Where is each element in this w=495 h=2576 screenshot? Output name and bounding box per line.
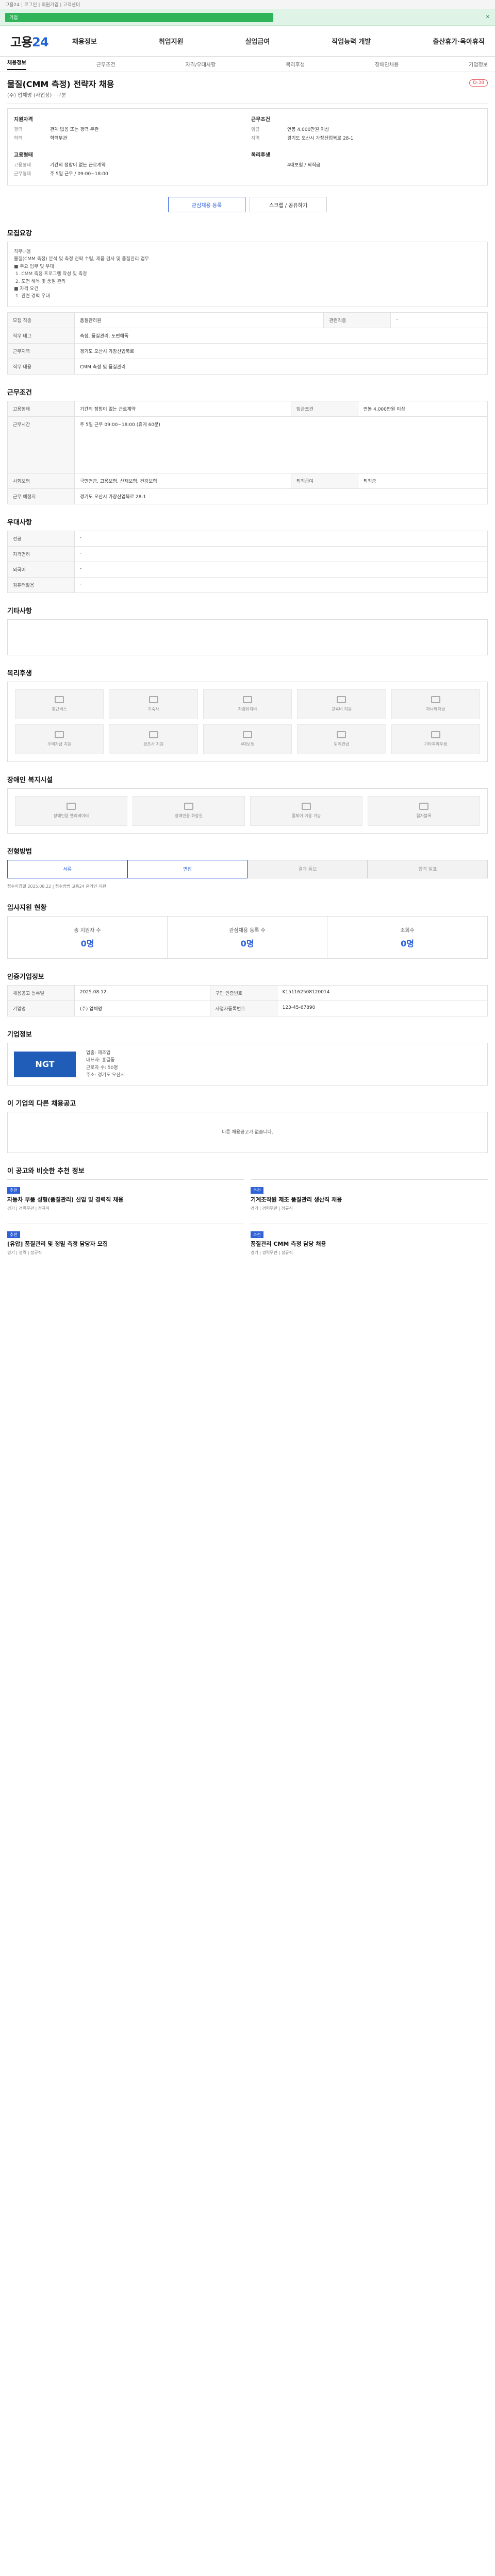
meta-table: 채용공고 등록일 2025.08.12 구인 인증번호 K15116250812001… xyxy=(7,985,488,1016)
global-nav: 고용24 채용정보 취업지원 실업급여 직업능력 개발 출산휴가·육아휴직 xyxy=(0,26,495,57)
section-title: 이 기업의 다른 채용공고 xyxy=(7,1100,76,1108)
welfare-item: 주택자금 지원 xyxy=(15,724,104,754)
step-item: 합격 발표 xyxy=(368,859,488,878)
notice-text[interactable]: 기업 xyxy=(5,12,273,22)
disabled-item: 휠체어 이용 가능 xyxy=(250,795,362,826)
welfare-item: 기타복리후생 xyxy=(391,724,480,754)
step-item: 결과 통보 xyxy=(248,859,368,878)
section-title: 근무조건 xyxy=(7,388,32,397)
disabled-item: 장애인용 엘리베이터 xyxy=(15,795,127,826)
nav-item[interactable]: 직업능력 개발 xyxy=(332,36,371,46)
section-title: 이 공고와 비슷한 추천 정보 xyxy=(7,1167,85,1176)
nav-item[interactable]: 실업급여 xyxy=(245,36,270,46)
stats-box: 총 지원자 수 0명 관심채용 등록 수 0명 조회수 0명 xyxy=(7,916,488,959)
recommend-card[interactable]: 추천 자동차 부품 성형(품질관리) 신입 및 경력직 채용 경기 | 경력무관 |… xyxy=(7,1179,244,1217)
step-item: 서류 xyxy=(7,859,127,878)
welfare-item: 교육비 지원 xyxy=(297,689,386,719)
section-title: 입사지원 현황 xyxy=(7,904,47,912)
nav-item[interactable]: 채용정보 xyxy=(72,36,97,46)
welfare-item: 4대보험 xyxy=(203,724,292,754)
nav-item[interactable]: 취업지원 xyxy=(159,36,184,46)
notice-banner: 기업 ✕ xyxy=(0,9,495,26)
tab-condition[interactable]: 근무조건 xyxy=(96,60,116,68)
welfare-item: 경조사 지원 xyxy=(109,724,198,754)
tab-prefer[interactable]: 자격/우대사항 xyxy=(186,60,216,68)
welfare-item: 차량유지비 xyxy=(203,689,292,719)
section-title: 우대사항 xyxy=(7,518,32,527)
tab-welfare[interactable]: 복리후생 xyxy=(286,60,305,68)
job-title-box: 물질(CMM 측정) 전략자 채용 (주) 업체명 (사업장) · 구분 D-3… xyxy=(7,72,488,104)
disabled-grid: 장애인용 엘리베이터 장애인용 화장실 휠체어 이용 가능 점자블록 xyxy=(7,788,488,834)
save-job-button[interactable]: 관심채용 등록 xyxy=(168,197,245,212)
recommend-card[interactable]: 추천 [유압] 품질관리 및 정밀 측정 담당자 모집 경기 | 경력 | 정규직 xyxy=(7,1224,244,1262)
util-links[interactable]: 고용24 | 로그인 | 회원가입 | 고객센터 xyxy=(5,1,80,8)
welfare-item: 기숙사 xyxy=(109,689,198,719)
logo[interactable]: 고용24 xyxy=(10,32,72,50)
section-title: 인증기업정보 xyxy=(7,973,44,981)
recommend-card[interactable]: 추천 기계조작원 제조 품질관리 생산직 채용 경기 | 경력무관 | 정규직 xyxy=(251,1179,488,1217)
section-title: 복리후생 xyxy=(7,669,32,677)
tab-disabled[interactable]: 장애인채용 xyxy=(375,60,399,68)
summary-box: 지원자격 경력 관계 없음 또는 경력 무관 학력 학력무관 근무조건 임금 연봉 4… xyxy=(7,108,488,185)
welfare-grid: 통근버스 기숙사 차량유지비 교육비 지원 자녀학자금 주택자금 지원 경조사 … xyxy=(7,681,488,762)
tab-company[interactable]: 기업정보 xyxy=(469,60,488,68)
section-tabs: 채용정보 근무조건 자격/우대사항 복리후생 장애인채용 기업정보 xyxy=(0,57,495,72)
section-title: 기업정보 xyxy=(7,1030,32,1039)
recruit-text: 직무내용 물질(CMM 측정) 분석 및 측정 전략 수립, 제품 검사 및 품… xyxy=(7,242,488,307)
company-name: (주) 업체명 (사업장) · 구분 xyxy=(7,93,67,98)
share-button[interactable]: 스크랩 / 공유하기 xyxy=(250,197,327,212)
section-title: 장애인 복지시설 xyxy=(7,776,53,784)
condition-table: 고용형태 기간의 정함이 없는 근로계약 임금조건 연봉 4,000만원 이상 근무시… xyxy=(7,400,488,504)
tab-recruit[interactable]: 채용정보 xyxy=(7,58,26,70)
process-note: 접수마감일 2025.08.22 | 접수방법 고용24 온라인 지원 xyxy=(7,884,106,889)
process-steps: 서류 면접 결과 통보 합격 발표 xyxy=(7,859,488,878)
section-title: 기타사항 xyxy=(7,607,32,615)
job-title: 물질(CMM 측정) 전략자 채용 xyxy=(7,79,114,89)
welfare-item: 통근버스 xyxy=(15,689,104,719)
section-title: 모집요강 xyxy=(7,230,32,238)
other-empty: 다른 채용공고가 없습니다. xyxy=(7,1112,488,1154)
section-title: 전형방법 xyxy=(7,848,32,856)
welfare-item: 퇴직연금 xyxy=(297,724,386,754)
welfare-item: 자녀학자금 xyxy=(391,689,480,719)
close-icon[interactable]: ✕ xyxy=(486,14,490,20)
prefer-table: 전공 - 자격면허 - 외국어 - 컴퓨터활용 - xyxy=(7,530,488,593)
util-bar: 고용24 | 로그인 | 회원가입 | 고객센터 xyxy=(0,0,495,9)
disabled-item: 점자블록 xyxy=(368,795,480,826)
company-logo: NGT xyxy=(14,1051,76,1077)
step-item: 면접 xyxy=(127,859,248,878)
recommend-card[interactable]: 추천 품질관리 CMM 측정 담당 채용 경기 | 경력무관 | 정규직 xyxy=(251,1224,488,1262)
etc-panel xyxy=(7,619,488,655)
recommend-cards: 추천 자동차 부품 성형(품질관리) 신입 및 경력직 채용 경기 | 경력무관 |… xyxy=(7,1179,488,1262)
nav-item[interactable]: 출산휴가·육아휴직 xyxy=(433,36,485,46)
company-panel: NGT 업종: 제조업 대표자: 홍길동 근로자 수: 50명 주소: 경기도 … xyxy=(7,1042,488,1086)
recruit-table: 모집 직종 품질관리원 관련직종 - 직무 태그 측정, 품질관리, 도면해독 근무지역… xyxy=(7,312,488,375)
dday-badge: D-38 xyxy=(469,79,488,87)
disabled-item: 장애인용 화장실 xyxy=(133,795,245,826)
